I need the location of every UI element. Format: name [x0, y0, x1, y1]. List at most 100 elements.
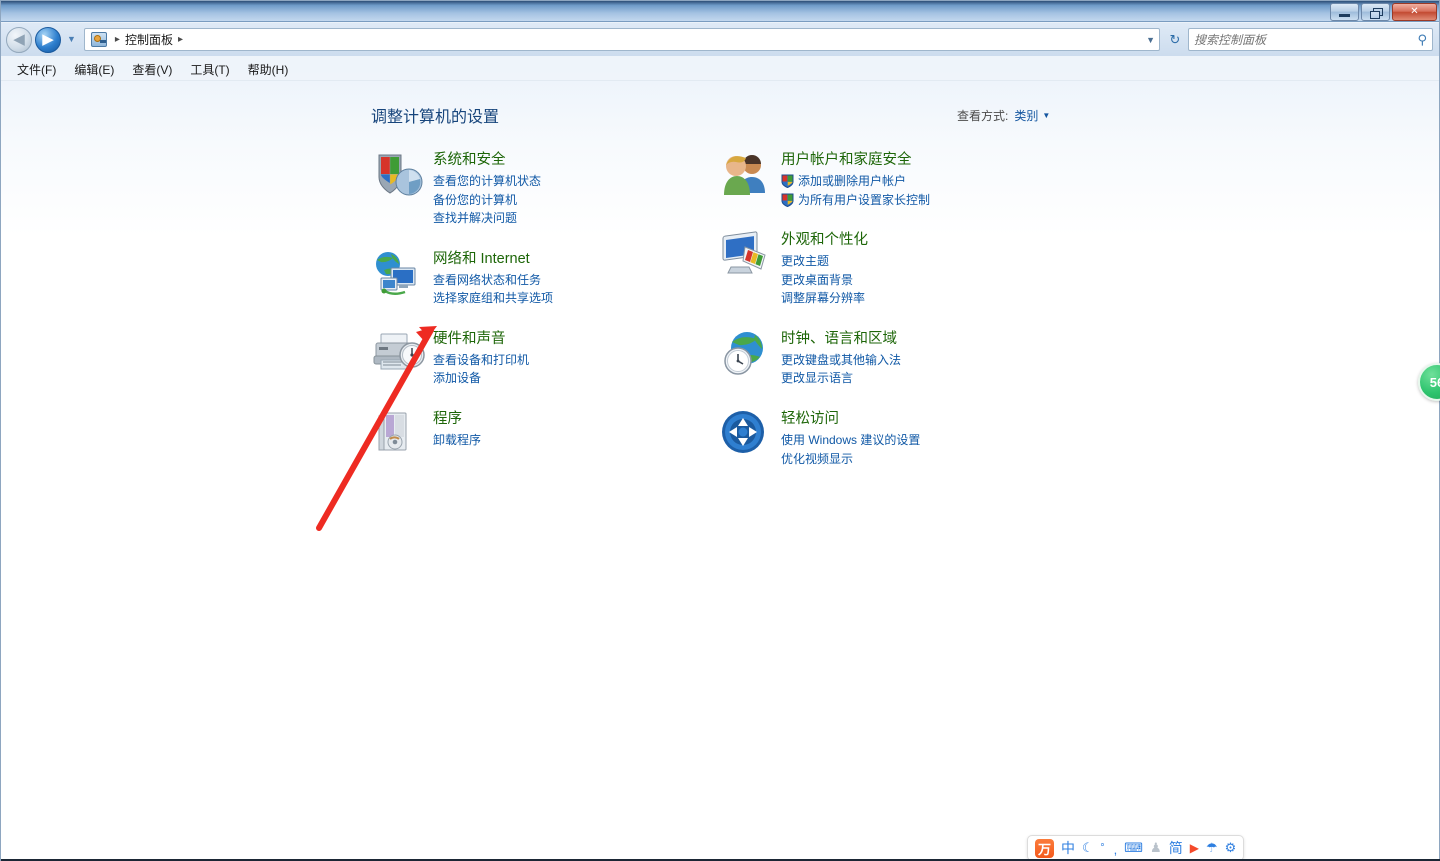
chinese-mode-icon[interactable]: 中: [1061, 838, 1075, 858]
menu-item-help[interactable]: 帮助(H): [240, 59, 297, 80]
back-arrow-icon: ◀: [13, 31, 25, 48]
skin-icon[interactable]: ☂: [1206, 838, 1218, 858]
category-title[interactable]: 轻松访问: [781, 410, 920, 428]
link-view-devices-printers[interactable]: 查看设备和打印机: [433, 351, 529, 370]
link-add-device[interactable]: 添加设备: [433, 369, 529, 388]
settings-gear-icon[interactable]: ⚙: [1225, 838, 1237, 858]
link-view-computer-status[interactable]: 查看您的计算机状态: [433, 172, 541, 191]
user-accounts-icon: [719, 149, 775, 201]
search-input[interactable]: [1194, 32, 1418, 47]
link-backup-computer[interactable]: 备份您的计算机: [433, 191, 541, 210]
forward-arrow-icon: ▶: [42, 31, 54, 48]
breadcrumb[interactable]: ▸ 控制面板 ▸ ▼: [83, 28, 1160, 51]
history-dropdown-button[interactable]: ▼: [67, 35, 76, 44]
link-label: 调整屏幕分辨率: [781, 291, 866, 306]
category-title[interactable]: 时钟、语言和区域: [781, 330, 901, 348]
link-use-windows-recommended-settings[interactable]: 使用 Windows 建议的设置: [781, 431, 920, 450]
chevron-down-icon[interactable]: ▼: [1042, 111, 1050, 120]
category-title[interactable]: 硬件和声音: [433, 330, 529, 348]
category-title[interactable]: 程序: [433, 410, 481, 428]
category-text: 用户帐户和家庭安全 添加或删除用户帐户 为所有用户设置家长控制: [781, 149, 930, 209]
link-label: 查找并解决问题: [433, 211, 518, 226]
category-title[interactable]: 网络和 Internet: [433, 250, 553, 268]
breadcrumb-dropdown-icon[interactable]: ▼: [1146, 35, 1155, 45]
close-button[interactable]: ✕: [1392, 3, 1437, 21]
link-label: 查看网络状态和任务: [433, 272, 542, 287]
video-icon[interactable]: ▶: [1190, 838, 1199, 858]
ime-toolbar: 万 中 ☾ ゜, ⌨ ♟ 简 ▶ ☂ ⚙: [1027, 835, 1245, 861]
category-text: 外观和个性化 更改主题 更改桌面背景 调整屏幕分辨率: [781, 229, 868, 308]
link-label: 更改主题: [781, 254, 830, 269]
view-by-value[interactable]: 类别: [1014, 107, 1038, 124]
category-text: 网络和 Internet 查看网络状态和任务 选择家庭组和共享选项: [433, 248, 553, 308]
keyboard-icon[interactable]: ⌨: [1124, 838, 1143, 858]
view-by-control[interactable]: 查看方式: 类别 ▼: [957, 107, 1050, 124]
link-label: 使用 Windows 建议的设置: [781, 433, 921, 447]
link-label: 卸载程序: [433, 433, 482, 447]
refresh-button[interactable]: ↻: [1164, 29, 1186, 51]
category-text: 轻松访问 使用 Windows 建议的设置 优化视频显示: [781, 408, 920, 468]
link-label: 为所有用户设置家长控制: [798, 192, 931, 207]
link-label: 添加或删除用户帐户: [798, 174, 907, 189]
menu-item-view[interactable]: 查看(V): [124, 59, 180, 80]
user-icon[interactable]: ♟: [1150, 838, 1162, 858]
category-text: 硬件和声音 查看设备和打印机 添加设备: [433, 328, 529, 388]
category-text: 时钟、语言和区域 更改键盘或其他输入法 更改显示语言: [781, 328, 901, 388]
network-globe-icon: [371, 248, 427, 300]
back-button[interactable]: ◀: [6, 26, 32, 53]
category-text: 程序 卸载程序: [433, 408, 481, 460]
link-label: 备份您的计算机: [433, 192, 518, 207]
search-box[interactable]: ⚲: [1188, 28, 1433, 51]
clock-globe-icon: [719, 328, 775, 380]
category-title[interactable]: 外观和个性化: [781, 231, 868, 249]
refresh-icon: ↻: [1169, 31, 1181, 47]
window-controls: ✕: [1330, 3, 1437, 21]
sogou-logo-icon[interactable]: 万: [1035, 838, 1054, 858]
category-appearance-personalization: 外观和个性化 更改主题 更改桌面背景 调整屏幕分辨率: [719, 229, 1059, 308]
menu-bar: 文件(F) 编辑(E) 查看(V) 工具(T) 帮助(H): [1, 58, 1439, 80]
category-column-left: 系统和安全 查看您的计算机状态 备份您的计算机 查找并解决问题 网络和 Inte…: [371, 149, 711, 480]
uac-shield-icon: [781, 193, 794, 207]
badge-count: 56: [1429, 374, 1440, 390]
printer-hardware-icon: [371, 328, 427, 380]
punctuation-icon[interactable]: ゜,: [1101, 838, 1118, 858]
link-adjust-screen-resolution[interactable]: 调整屏幕分辨率: [781, 289, 868, 308]
menu-item-edit[interactable]: 编辑(E): [66, 59, 122, 80]
close-icon: ✕: [1410, 6, 1419, 17]
link-label: 添加设备: [433, 371, 482, 386]
moon-icon[interactable]: ☾: [1082, 838, 1094, 858]
link-setup-parental-controls[interactable]: 为所有用户设置家长控制: [781, 191, 930, 210]
link-change-display-language[interactable]: 更改显示语言: [781, 369, 901, 388]
link-label: 查看您的计算机状态: [433, 174, 542, 189]
link-change-theme[interactable]: 更改主题: [781, 252, 868, 271]
category-ease-of-access: 轻松访问 使用 Windows 建议的设置 优化视频显示: [719, 408, 1059, 468]
page-title: 调整计算机的设置: [371, 109, 500, 126]
category-programs: 程序 卸载程序: [371, 408, 711, 460]
link-label: 选择家庭组和共享选项: [433, 291, 554, 306]
category-hardware-and-sound: 硬件和声音 查看设备和打印机 添加设备: [371, 328, 711, 388]
menu-item-tools[interactable]: 工具(T): [182, 59, 237, 80]
restore-button[interactable]: [1361, 3, 1390, 21]
breadcrumb-separator-icon-2[interactable]: ▸: [178, 34, 183, 45]
view-by-label: 查看方式:: [957, 109, 1009, 123]
link-uninstall-program[interactable]: 卸载程序: [433, 431, 481, 450]
link-add-remove-user-accounts[interactable]: 添加或删除用户帐户: [781, 172, 930, 191]
category-text: 系统和安全 查看您的计算机状态 备份您的计算机 查找并解决问题: [433, 149, 541, 228]
link-change-keyboard-input[interactable]: 更改键盘或其他输入法: [781, 351, 901, 370]
minimize-button[interactable]: [1330, 3, 1359, 21]
category-title[interactable]: 用户帐户和家庭安全: [781, 151, 930, 169]
menu-item-file[interactable]: 文件(F): [9, 59, 64, 80]
link-change-desktop-background[interactable]: 更改桌面背景: [781, 271, 868, 290]
link-find-fix-problems[interactable]: 查找并解决问题: [433, 209, 541, 228]
security-shield-icon: [371, 149, 427, 201]
breadcrumb-item-control-panel[interactable]: 控制面板: [125, 31, 173, 48]
link-optimize-visual-display[interactable]: 优化视频显示: [781, 450, 920, 469]
link-homegroup-sharing[interactable]: 选择家庭组和共享选项: [433, 289, 553, 308]
category-network-and-internet: 网络和 Internet 查看网络状态和任务 选择家庭组和共享选项: [371, 248, 711, 308]
simplified-chinese-icon[interactable]: 简: [1169, 838, 1183, 858]
category-title[interactable]: 系统和安全: [433, 151, 541, 169]
address-bar-row: ◀ ▶ ▼ ▸ 控制面板 ▸ ▼ ↻ ⚲: [1, 23, 1439, 56]
forward-button[interactable]: ▶: [35, 26, 61, 53]
title-bar: ✕: [1, 1, 1439, 22]
link-view-network-status[interactable]: 查看网络状态和任务: [433, 271, 553, 290]
